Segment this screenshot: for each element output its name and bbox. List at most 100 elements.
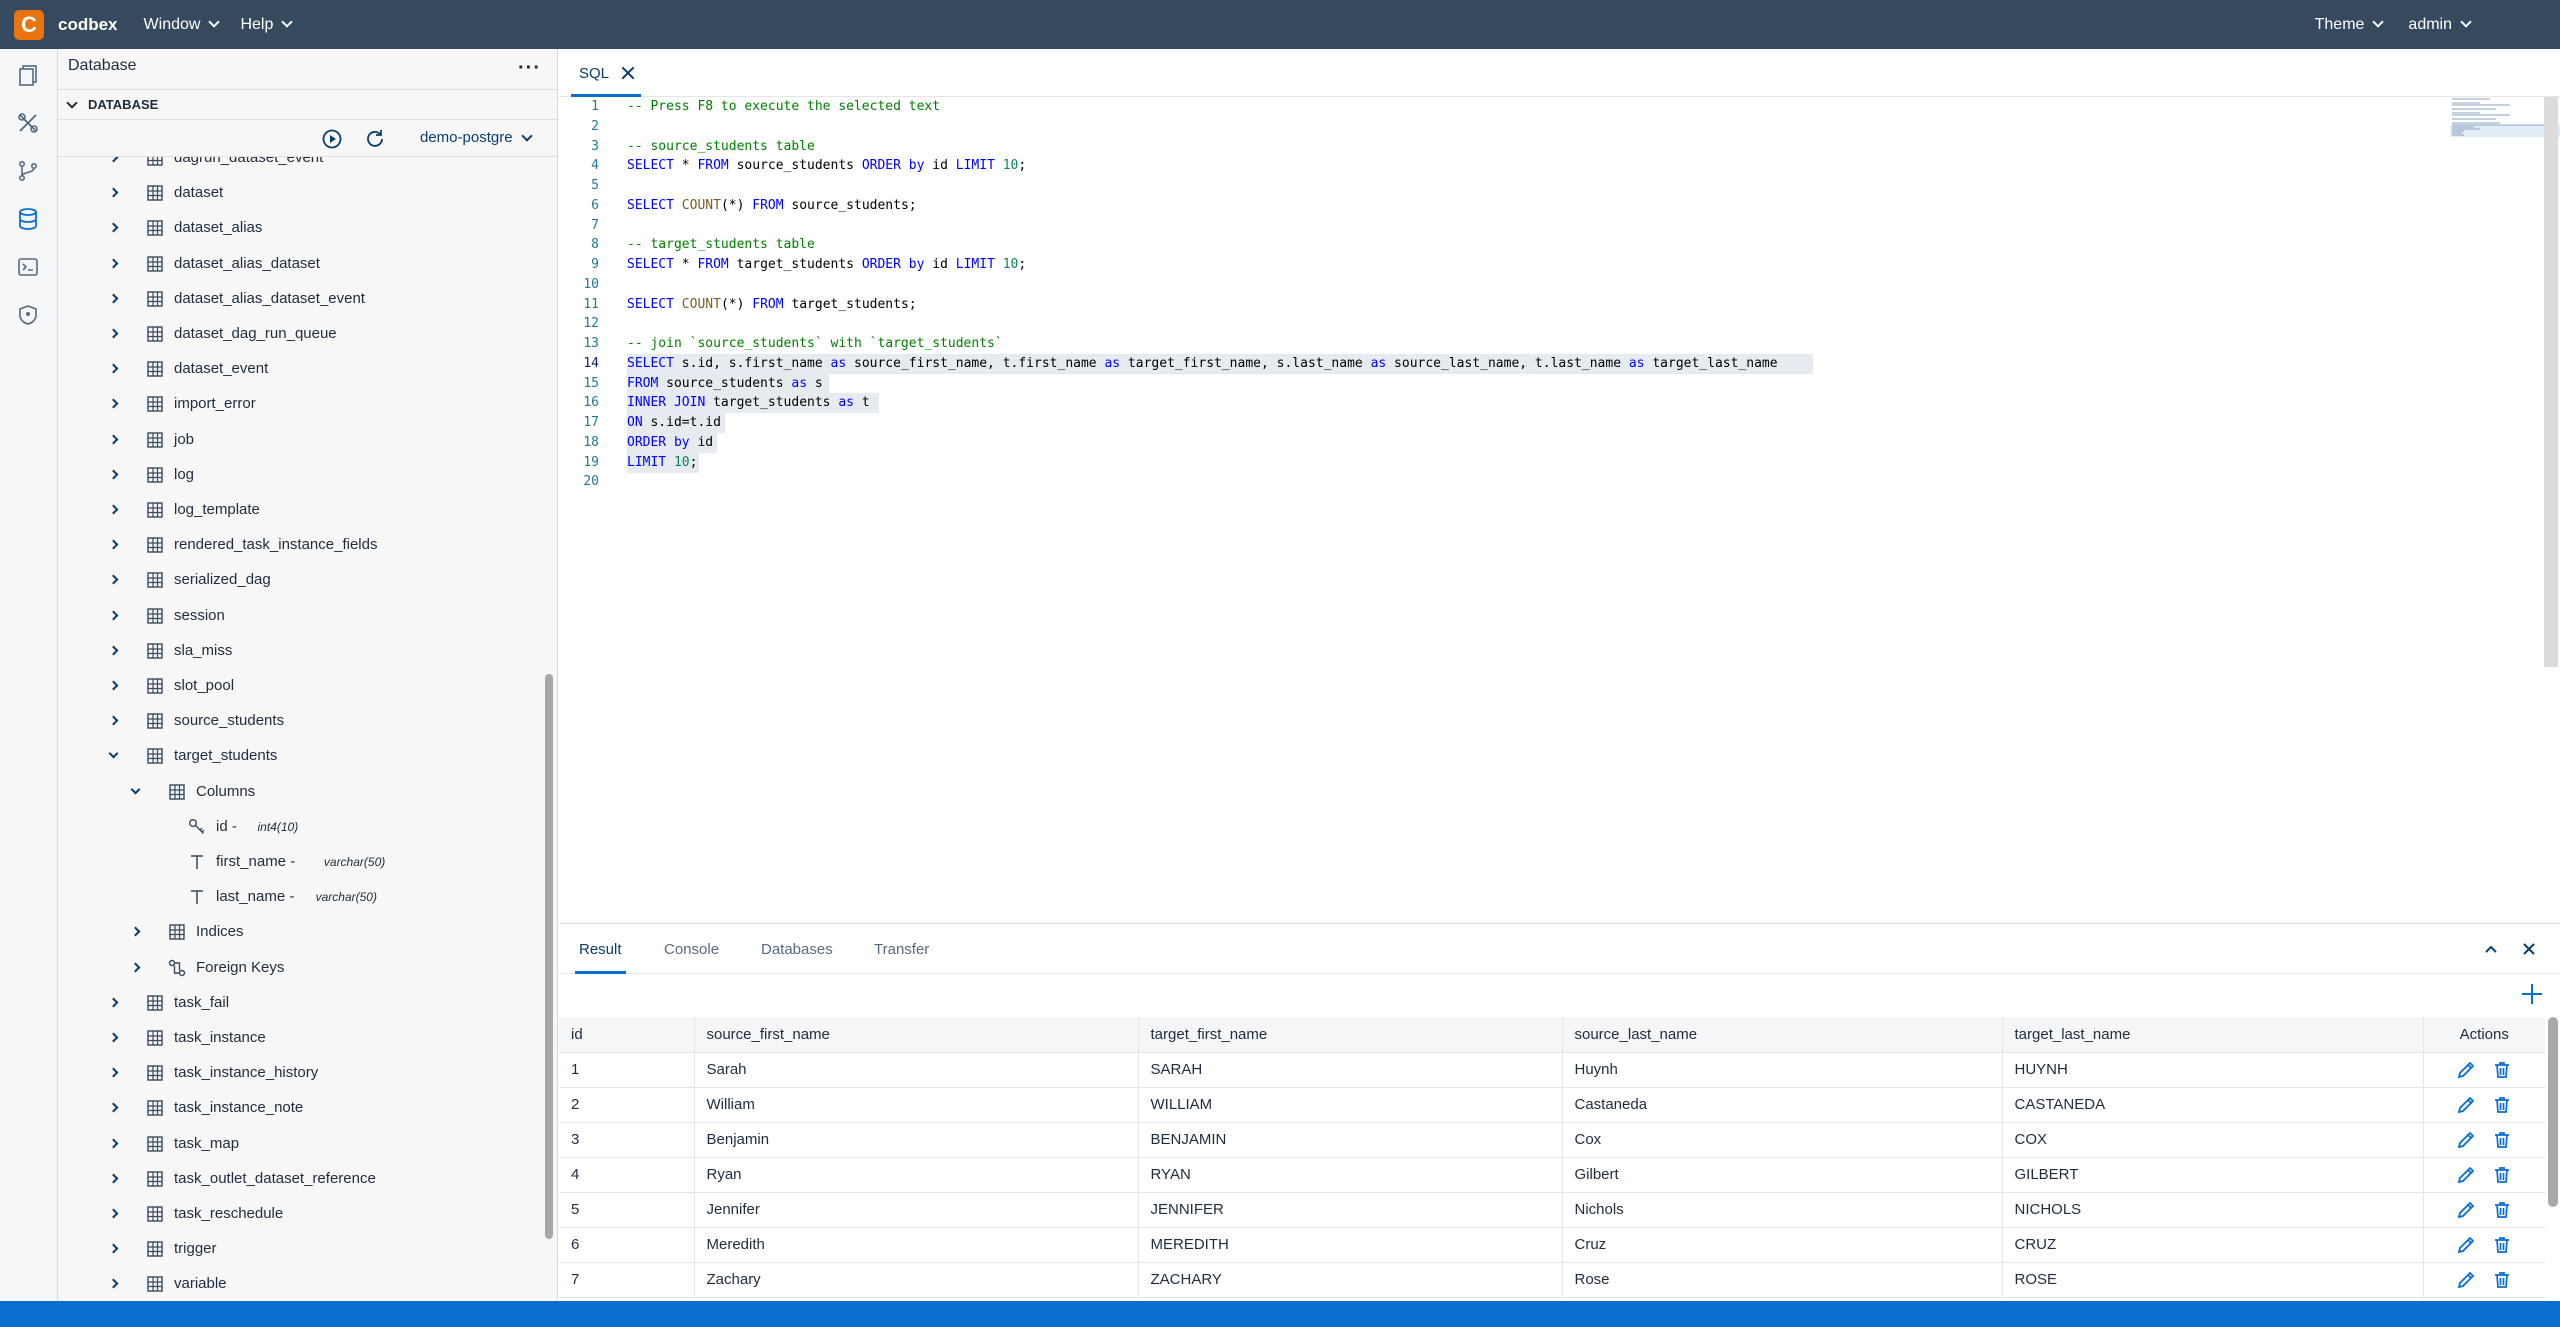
- chevron-up-icon[interactable]: [2482, 940, 2500, 958]
- code-line[interactable]: 8 -- target_students table: [559, 235, 2539, 255]
- tree-item[interactable]: task_fail: [58, 986, 538, 1020]
- editor-scrollbar[interactable]: [2544, 97, 2558, 667]
- table-cell[interactable]: ZACHARY: [1138, 1262, 1563, 1298]
- table-cell[interactable]: Ryan: [694, 1157, 1139, 1193]
- table-cell[interactable]: 5: [559, 1192, 695, 1228]
- chevron-right-icon[interactable]: [108, 363, 119, 374]
- chevron-right-icon[interactable]: [108, 469, 119, 480]
- refresh-icon[interactable]: [364, 128, 386, 150]
- code-line[interactable]: 12: [559, 314, 2539, 334]
- tree-item[interactable]: Indices: [58, 915, 538, 949]
- result-scrollbar[interactable]: [2548, 1017, 2558, 1207]
- table-cell[interactable]: Zachary: [694, 1262, 1139, 1298]
- column-header[interactable]: source_last_name: [1562, 1017, 2003, 1053]
- table-cell[interactable]: WILLIAM: [1138, 1087, 1563, 1123]
- chevron-right-icon[interactable]: [108, 610, 119, 621]
- code-line[interactable]: 13 -- join `source_students` with `target…: [559, 334, 2539, 354]
- tree-item[interactable]: Columns: [58, 775, 538, 809]
- table-row[interactable]: 2 William WILLIAM Castaneda CASTANEDA: [559, 1087, 2545, 1123]
- tree-item[interactable]: dataset_alias_dataset: [58, 247, 538, 281]
- edit-icon[interactable]: [2456, 1165, 2476, 1185]
- table-cell[interactable]: JENNIFER: [1138, 1192, 1563, 1228]
- chevron-right-icon[interactable]: [108, 680, 119, 691]
- tree-item[interactable]: last_name - varchar(50): [58, 880, 538, 914]
- tree-item[interactable]: source_students: [58, 704, 538, 738]
- chevron-right-icon[interactable]: [130, 962, 141, 973]
- git-branch-icon[interactable]: [16, 159, 40, 183]
- table-cell[interactable]: Meredith: [694, 1227, 1139, 1263]
- column-header[interactable]: source_first_name: [694, 1017, 1139, 1053]
- table-row[interactable]: 5 Jennifer JENNIFER Nichols NICHOLS: [559, 1192, 2545, 1228]
- tree-item[interactable]: dataset_dag_run_queue: [58, 317, 538, 351]
- table-cell[interactable]: 7: [559, 1262, 695, 1298]
- chevron-right-icon[interactable]: [108, 1173, 119, 1184]
- chevron-right-icon[interactable]: [108, 293, 119, 304]
- tree-item[interactable]: session: [58, 599, 538, 633]
- menu-user[interactable]: admin: [2408, 16, 2472, 34]
- chevron-right-icon[interactable]: [108, 1243, 119, 1254]
- column-header[interactable]: target_last_name: [2002, 1017, 2424, 1053]
- chevron-right-icon[interactable]: [108, 715, 119, 726]
- tree-item[interactable]: log_template: [58, 493, 538, 527]
- table-cell[interactable]: COX: [2002, 1122, 2424, 1158]
- tree-item[interactable]: serialized_dag: [58, 563, 538, 597]
- delete-icon[interactable]: [2492, 1235, 2512, 1255]
- table-cell[interactable]: CASTANEDA: [2002, 1087, 2424, 1123]
- delete-icon[interactable]: [2492, 1200, 2512, 1220]
- tree-item[interactable]: rendered_task_instance_fields: [58, 528, 538, 562]
- chevron-right-icon[interactable]: [108, 1102, 119, 1113]
- table-cell[interactable]: CRUZ: [2002, 1227, 2424, 1263]
- chevron-right-icon[interactable]: [108, 1067, 119, 1078]
- delete-icon[interactable]: [2492, 1060, 2512, 1080]
- tree-item[interactable]: first_name - varchar(50): [58, 845, 538, 879]
- code-line[interactable]: 4 SELECT * FROM source_students ORDER by …: [559, 156, 2539, 176]
- table-cell[interactable]: HUYNH: [2002, 1052, 2424, 1088]
- code-line[interactable]: 3 -- source_students table: [559, 137, 2539, 157]
- table-cell[interactable]: Cruz: [1562, 1227, 2003, 1263]
- table-cell[interactable]: 6: [559, 1227, 695, 1263]
- edit-icon[interactable]: [2456, 1060, 2476, 1080]
- delete-icon[interactable]: [2492, 1095, 2512, 1115]
- table-cell[interactable]: Sarah: [694, 1052, 1139, 1088]
- tree-item[interactable]: log: [58, 458, 538, 492]
- column-header[interactable]: id: [559, 1017, 695, 1053]
- tree-item[interactable]: job: [58, 423, 538, 457]
- chevron-right-icon[interactable]: [108, 434, 119, 445]
- database-icon[interactable]: [16, 207, 40, 231]
- chevron-right-icon[interactable]: [108, 574, 119, 585]
- tree-item[interactable]: variable: [58, 1267, 538, 1301]
- table-cell[interactable]: Castaneda: [1562, 1087, 2003, 1123]
- table-cell[interactable]: Benjamin: [694, 1122, 1139, 1158]
- chevron-right-icon[interactable]: [108, 1032, 119, 1043]
- tree-item[interactable]: dataset_alias: [58, 211, 538, 245]
- table-row[interactable]: 4 Ryan RYAN Gilbert GILBERT: [559, 1157, 2545, 1193]
- code-line[interactable]: 6 SELECT COUNT(*) FROM source_students;: [559, 196, 2539, 216]
- chevron-right-icon[interactable]: [108, 157, 119, 163]
- documents-icon[interactable]: [16, 63, 40, 87]
- close-icon[interactable]: [2520, 940, 2538, 958]
- chevron-down-icon[interactable]: [108, 748, 119, 759]
- tab-result[interactable]: Result: [575, 924, 626, 974]
- chevron-right-icon[interactable]: [108, 1138, 119, 1149]
- sql-editor[interactable]: 1 -- Press F8 to execute the selected tex…: [559, 97, 2560, 923]
- menu-help[interactable]: Help: [240, 16, 294, 34]
- edit-icon[interactable]: [2456, 1095, 2476, 1115]
- chevron-right-icon[interactable]: [108, 539, 119, 550]
- code-line[interactable]: 5: [559, 176, 2539, 196]
- table-cell[interactable]: 2: [559, 1087, 695, 1123]
- table-cell[interactable]: RYAN: [1138, 1157, 1563, 1193]
- tree-item[interactable]: task_instance: [58, 1021, 538, 1055]
- code-line[interactable]: 2: [559, 117, 2539, 137]
- code-line[interactable]: 10: [559, 275, 2539, 295]
- chevron-right-icon[interactable]: [108, 328, 119, 339]
- table-cell[interactable]: Cox: [1562, 1122, 2003, 1158]
- table-cell[interactable]: Huynh: [1562, 1052, 2003, 1088]
- code-line[interactable]: 16 INNER JOIN target_students as t: [559, 393, 2539, 414]
- code-line[interactable]: 17 ON s.id=t.id: [559, 413, 2539, 433]
- code-line[interactable]: 19 LIMIT 10;: [559, 452, 2539, 473]
- table-cell[interactable]: 3: [559, 1122, 695, 1158]
- code-line[interactable]: 15 FROM source_students as s: [559, 373, 2539, 394]
- table-cell[interactable]: GILBERT: [2002, 1157, 2424, 1193]
- table-cell[interactable]: Gilbert: [1562, 1157, 2003, 1193]
- tab-console[interactable]: Console: [664, 924, 719, 974]
